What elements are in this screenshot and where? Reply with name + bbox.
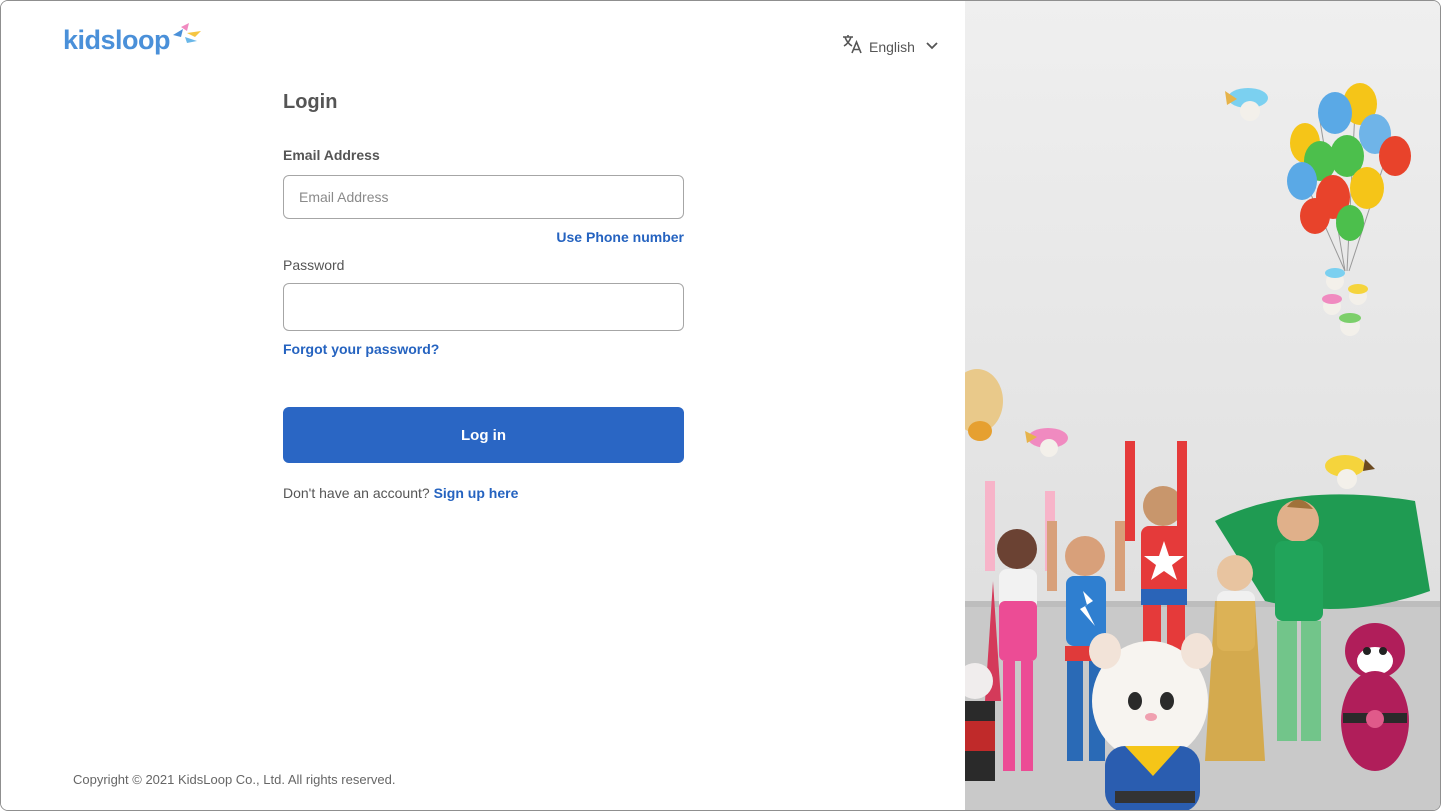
hero-illustration	[965, 1, 1440, 810]
password-field[interactable]	[283, 283, 684, 331]
signup-prompt-text: Don't have an account?	[283, 485, 430, 501]
signup-prompt: Don't have an account? Sign up here	[283, 485, 518, 501]
login-button[interactable]: Log in	[283, 407, 684, 463]
login-window: kidsloop English Login Email Address Ema…	[0, 0, 1441, 811]
email-field[interactable]	[283, 175, 684, 219]
password-label: Password	[283, 257, 345, 273]
email-label: Email Address	[283, 147, 380, 163]
language-selector[interactable]: English	[841, 33, 939, 60]
language-label: English	[869, 38, 915, 55]
login-form: Login Email Address Use Phone number Pas…	[283, 89, 684, 501]
logo-mark-icon	[171, 21, 205, 54]
chevron-down-icon	[925, 38, 939, 56]
logo-text: kidsloop	[63, 25, 171, 55]
forgot-password-link[interactable]: Forgot your password?	[283, 341, 439, 357]
hero-image	[965, 83, 1440, 810]
kidsloop-logo[interactable]: kidsloop	[63, 23, 205, 56]
login-pane: kidsloop English Login Email Address Ema…	[1, 1, 965, 810]
use-phone-link[interactable]: Use Phone number	[556, 229, 684, 245]
copyright-text: Copyright © 2021 KidsLoop Co., Ltd. All …	[73, 772, 396, 787]
page-title: Login	[283, 91, 338, 113]
translate-icon	[841, 33, 863, 60]
signup-link[interactable]: Sign up here	[434, 485, 519, 501]
